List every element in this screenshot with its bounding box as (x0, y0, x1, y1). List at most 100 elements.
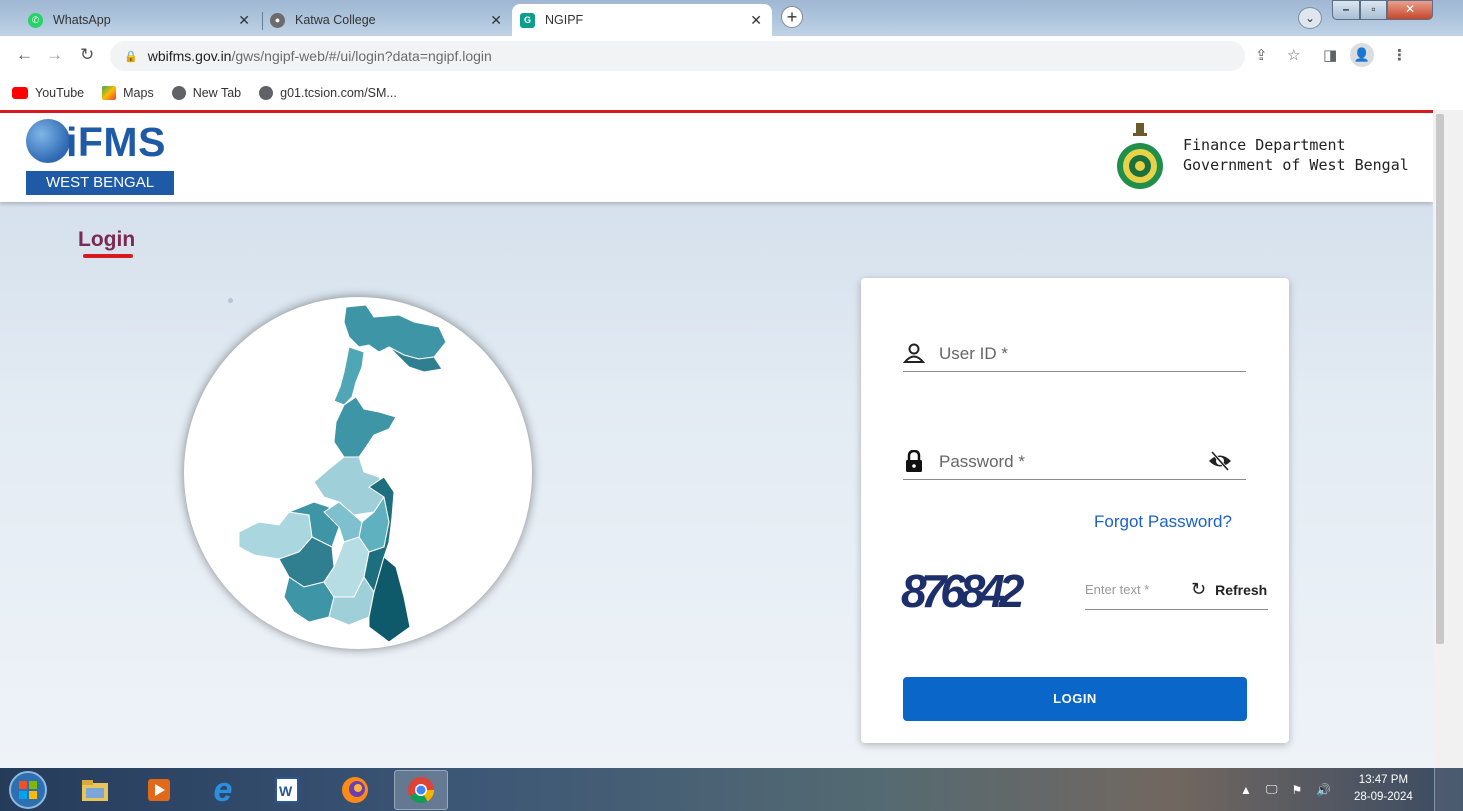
user-id-label: User ID * (939, 344, 1008, 363)
bookmark-youtube[interactable]: YouTube (12, 86, 84, 100)
action-center-flag-icon[interactable]: ⚑ (1291, 783, 1302, 797)
url-input[interactable]: 🔒 wbifms.gov.in/gws/ngipf-web/#/ui/login… (110, 41, 1245, 71)
department-name: Finance Department Government of West Be… (1183, 135, 1409, 175)
close-tab-icon[interactable]: ✕ (750, 12, 762, 29)
forgot-password-link[interactable]: Forgot Password? (1094, 512, 1232, 532)
maps-icon (102, 86, 117, 100)
government-emblem-icon (1117, 123, 1163, 189)
reload-icon[interactable]: ↻ (80, 45, 94, 65)
bookmark-new-tab[interactable]: New Tab (171, 86, 242, 100)
bookmark-label: Maps (123, 86, 154, 100)
refresh-captcha-button[interactable]: ↻ Refresh (1191, 579, 1267, 600)
close-tab-icon[interactable]: ✕ (238, 12, 250, 29)
url-path: /gws/ngipf-web/#/ui/login?data=ngipf.log… (231, 48, 492, 64)
captcha-placeholder: Enter text * (1085, 582, 1150, 597)
system-tray: ▲ 🖵 ⚑ 🔊 (1240, 768, 1345, 811)
bookmarks-bar: YouTube Maps New Tab g01.tcsion.com/SM..… (0, 76, 1463, 110)
globe-logo-icon (26, 119, 70, 163)
profile-avatar-icon[interactable]: 👤 (1350, 43, 1374, 67)
youtube-icon (12, 87, 28, 99)
password-field[interactable]: Password * (903, 440, 1246, 480)
tab-ngipf[interactable]: G NGIPF ✕ (512, 4, 772, 36)
department-line-1: Finance Department (1183, 136, 1346, 154)
show-desktop-button[interactable] (1434, 768, 1463, 811)
browser-tab-strip: ✆ WhatsApp ✕ ● Katwa College ✕ G NGIPF ✕… (0, 0, 1463, 36)
tab-label: WhatsApp (53, 13, 111, 27)
back-arrow-icon[interactable]: ← (16, 45, 33, 65)
globe-icon (259, 86, 274, 100)
bookmark-maps[interactable]: Maps (102, 86, 154, 100)
bookmark-label: New Tab (192, 86, 242, 100)
logo-subtitle: WEST BENGAL (26, 171, 174, 195)
page-title: Login (78, 228, 136, 251)
login-card: User ID * Password * Forgot Password? 87… (861, 278, 1289, 743)
word-app[interactable]: W (260, 770, 314, 810)
start-button[interactable] (2, 769, 54, 811)
maximize-button[interactable]: ▫ (1360, 0, 1387, 20)
clock-date: 28-09-2024 (1354, 791, 1413, 803)
lock-icon (906, 450, 922, 472)
network-icon[interactable]: 🖵 (1266, 782, 1278, 797)
file-explorer-app[interactable] (68, 770, 122, 810)
system-clock[interactable]: 13:47 PM 28-09-2024 (1354, 772, 1413, 806)
bookmark-label: g01.tcsion.com/SM... (280, 86, 397, 100)
address-bar: ← → ↻ 🔒 wbifms.gov.in/gws/ngipf-web/#/ui… (0, 36, 1463, 76)
college-logo-icon: ● (270, 12, 285, 28)
user-icon (903, 343, 925, 363)
captcha-text: 876842 (901, 565, 1025, 617)
title-underline (83, 254, 133, 258)
site-header: iFMS WEST BENGAL Finance Department Gove… (0, 110, 1433, 202)
forward-arrow-icon[interactable]: → (46, 45, 63, 65)
refresh-label: Refresh (1215, 581, 1268, 598)
captcha-input[interactable]: Enter text * ↻ Refresh (1085, 573, 1268, 610)
password-label: Password * (939, 452, 1025, 471)
url-domain: wbifms.gov.in (147, 48, 232, 64)
media-player-app[interactable] (132, 770, 186, 810)
whatsapp-icon: ✆ (28, 12, 43, 28)
tab-search-button[interactable]: ⌄ (1298, 7, 1322, 29)
bookmark-star-icon[interactable]: ☆ (1287, 46, 1300, 64)
volume-icon[interactable]: 🔊 (1316, 783, 1331, 797)
clock-time: 13:47 PM (1358, 774, 1409, 786)
tab-label: Katwa College (295, 13, 376, 27)
globe-icon (171, 86, 186, 100)
captcha-image: 876842 (901, 565, 1031, 617)
department-line-2: Government of West Bengal (1183, 156, 1409, 174)
page-scrollbar[interactable] (1433, 110, 1463, 768)
close-window-button[interactable]: ✕ (1387, 0, 1433, 20)
internet-explorer-app[interactable]: e (196, 770, 250, 810)
page-content: iFMS WEST BENGAL Finance Department Gove… (0, 110, 1433, 768)
side-panel-icon[interactable]: ◨ (1323, 46, 1337, 64)
bookmark-tcsion[interactable]: g01.tcsion.com/SM... (259, 86, 397, 100)
chrome-icon (408, 777, 435, 804)
tab-katwa-college[interactable]: ● Katwa College ✕ (262, 4, 512, 36)
folder-icon (82, 780, 108, 801)
show-hidden-icons-icon[interactable]: ▲ (1240, 783, 1252, 797)
firefox-app[interactable] (328, 770, 382, 810)
new-tab-button[interactable]: + (781, 6, 803, 28)
firefox-icon (342, 777, 368, 803)
chrome-app[interactable] (394, 770, 448, 810)
tab-label: NGIPF (545, 13, 584, 27)
hide-password-icon[interactable] (1208, 450, 1232, 472)
internet-explorer-icon: e (213, 770, 233, 809)
user-id-field[interactable]: User ID * (903, 332, 1246, 372)
minimize-button[interactable]: – (1332, 0, 1360, 20)
share-icon[interactable]: ⇪ (1255, 46, 1268, 64)
west-bengal-map (184, 297, 532, 649)
ngipf-icon: G (520, 12, 535, 28)
taskbar: e W ▲ 🖵 ⚑ 🔊 13:47 PM 28-09-2024 (0, 768, 1463, 811)
scrollbar-thumb[interactable] (1436, 114, 1444, 644)
tab-whatsapp[interactable]: ✆ WhatsApp ✕ (20, 4, 260, 36)
svg-text:W: W (279, 783, 293, 799)
bookmark-label: YouTube (35, 86, 85, 100)
word-icon: W (275, 777, 299, 803)
browser-menu-icon[interactable]: ⋮ (1392, 46, 1407, 64)
ifms-logo[interactable]: iFMS WEST BENGAL (26, 119, 176, 195)
media-player-icon (148, 779, 170, 801)
login-button[interactable]: LOGIN (903, 677, 1247, 721)
logo-text: iFMS (66, 119, 166, 165)
close-tab-icon[interactable]: ✕ (490, 12, 502, 29)
refresh-icon: ↻ (1191, 579, 1207, 599)
lock-icon[interactable]: 🔒 (124, 50, 138, 63)
